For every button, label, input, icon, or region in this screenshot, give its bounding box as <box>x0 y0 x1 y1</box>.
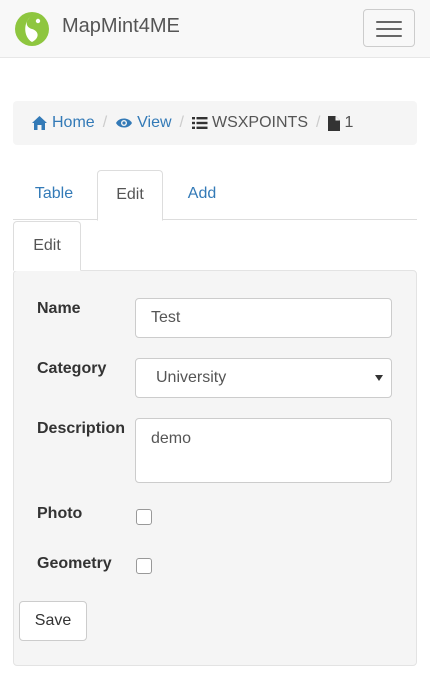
breadcrumb-view[interactable]: View <box>115 114 172 132</box>
tab-add[interactable]: Add <box>167 170 237 220</box>
geometry-label: Geometry <box>37 555 112 572</box>
photo-label: Photo <box>37 505 83 522</box>
tab-table[interactable]: Table <box>13 170 95 220</box>
breadcrumb-record-label: 1 <box>344 114 354 131</box>
caret-down-icon <box>375 375 383 381</box>
breadcrumb: Home / View / WSXPOINTS / 1 <box>13 101 417 145</box>
breadcrumb-table-label: WSXPOINTS <box>211 114 308 131</box>
geometry-checkbox[interactable] <box>136 558 152 574</box>
menu-toggle-button[interactable] <box>363 9 415 47</box>
hamburger-menu-icon <box>376 21 402 23</box>
eye-icon <box>115 116 133 130</box>
main-tabs: Table Edit Add <box>13 170 417 221</box>
category-label: Category <box>37 360 107 377</box>
subtab-edit[interactable]: Edit <box>13 221 81 271</box>
save-button[interactable]: Save <box>19 601 87 641</box>
top-navbar: MapMint4ME <box>0 0 430 58</box>
category-select[interactable]: University <box>135 358 392 398</box>
breadcrumb-separator: / <box>102 114 108 131</box>
breadcrumb-view-label: View <box>137 114 172 131</box>
breadcrumb-table[interactable]: WSXPOINTS <box>191 114 308 132</box>
description-textarea[interactable]: demo <box>135 418 392 483</box>
photo-checkbox[interactable] <box>136 509 152 525</box>
breadcrumb-separator: / <box>316 114 321 131</box>
name-label: Name <box>37 300 81 317</box>
name-input[interactable]: Test <box>135 298 392 338</box>
home-icon <box>31 115 48 131</box>
breadcrumb-separator: / <box>179 114 184 131</box>
brand-title[interactable]: MapMint4ME <box>62 15 180 38</box>
list-icon <box>191 116 208 130</box>
breadcrumb-record: 1 <box>328 114 353 132</box>
breadcrumb-home-label: Home <box>52 114 95 131</box>
breadcrumb-home[interactable]: Home <box>31 114 95 132</box>
file-icon <box>328 115 341 131</box>
mapmint-logo-icon[interactable] <box>14 11 50 47</box>
description-label: Description <box>37 420 126 437</box>
tab-edit[interactable]: Edit <box>97 170 163 221</box>
category-value: University <box>156 369 227 386</box>
